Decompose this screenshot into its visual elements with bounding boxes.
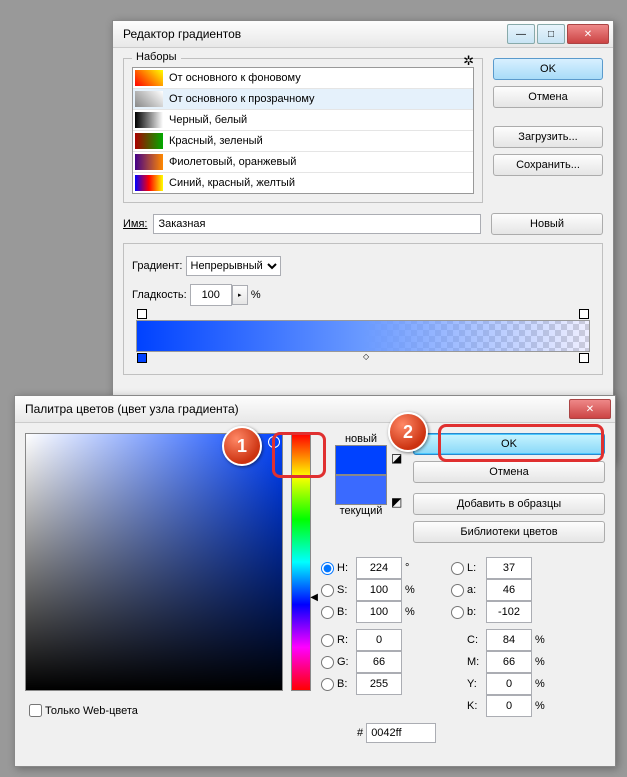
new-label: новый <box>335 433 387 445</box>
preset-label: Черный, белый <box>169 114 247 126</box>
bb-radio[interactable] <box>321 678 334 691</box>
presets-group: Наборы ✲ От основного к фоновомуОт основ… <box>123 58 483 203</box>
cancel-button[interactable]: Отмена <box>493 86 603 108</box>
h-radio[interactable] <box>321 562 334 575</box>
color-stop-right[interactable] <box>579 353 589 363</box>
hue-bar[interactable]: ◀ <box>291 433 311 691</box>
g-radio[interactable] <box>321 656 334 669</box>
new-color-swatch[interactable] <box>335 445 387 475</box>
preset-item[interactable]: Черный, белый <box>133 110 473 131</box>
l-input[interactable] <box>486 557 532 579</box>
lab-b-radio[interactable] <box>451 606 464 619</box>
badge-2: 2 <box>388 412 428 452</box>
r-input[interactable] <box>356 629 402 651</box>
color-picker-body: ◀ Только Web-цвета новый текущий ◪ ◩ OK … <box>15 423 615 761</box>
s-input[interactable] <box>356 579 402 601</box>
color-picker-title: Палитра цветов (цвет узла градиента) <box>25 402 239 416</box>
k-input[interactable] <box>486 695 532 717</box>
gradient-type-label: Градиент: <box>132 260 182 272</box>
badge-1: 1 <box>222 426 262 466</box>
name-label: Имя: <box>123 218 147 230</box>
color-stop-left[interactable] <box>137 353 147 363</box>
ok-button[interactable]: OK <box>493 58 603 80</box>
new-button[interactable]: Новый <box>491 213 603 235</box>
new-current-swatches: новый текущий <box>335 433 387 549</box>
m-input[interactable] <box>486 651 532 673</box>
web-only-label: Только Web-цвета <box>45 705 138 717</box>
hex-label: # <box>357 727 363 739</box>
preset-item[interactable]: Синий, красный, желтый <box>133 173 473 194</box>
web-only-checkbox[interactable] <box>29 704 42 717</box>
gradient-editor-titlebar[interactable]: Редактор градиентов — □ ✕ <box>113 21 613 48</box>
a-input[interactable] <box>486 579 532 601</box>
l-radio[interactable] <box>451 562 464 575</box>
color-cancel-button[interactable]: Отмена <box>413 461 605 483</box>
g-input[interactable] <box>356 651 402 673</box>
gradient-type-select[interactable]: Непрерывный <box>186 256 281 276</box>
h-input[interactable] <box>356 557 402 579</box>
color-libraries-button[interactable]: Библиотеки цветов <box>413 521 605 543</box>
color-picker-cursor[interactable] <box>268 436 280 448</box>
lab-b-input[interactable] <box>486 601 532 623</box>
y-input[interactable] <box>486 673 532 695</box>
warning-icon[interactable]: ◪ <box>391 451 405 465</box>
preset-item[interactable]: Красный, зеленый <box>133 131 473 152</box>
gradient-editor-body: Наборы ✲ От основного к фоновомуОт основ… <box>113 48 613 395</box>
presets-label: Наборы <box>132 51 181 63</box>
bv-radio[interactable] <box>321 606 334 619</box>
close-button[interactable]: ✕ <box>567 24 609 44</box>
hue-slider-icon[interactable]: ◀ <box>310 592 318 603</box>
bb-input[interactable] <box>356 673 402 695</box>
s-radio[interactable] <box>321 584 334 597</box>
current-label: текущий <box>335 505 387 517</box>
save-button[interactable]: Сохранить... <box>493 154 603 176</box>
preset-label: Красный, зеленый <box>169 135 263 147</box>
a-radio[interactable] <box>451 584 464 597</box>
c-input[interactable] <box>486 629 532 651</box>
smoothness-input[interactable] <box>190 284 232 306</box>
preset-item[interactable]: От основного к фоновому <box>133 68 473 89</box>
maximize-button[interactable]: □ <box>537 24 565 44</box>
gradient-bar[interactable]: ◇ <box>136 320 590 352</box>
gear-icon[interactable]: ✲ <box>463 53 474 69</box>
preset-swatch <box>135 91 163 107</box>
preset-swatch <box>135 70 163 86</box>
preset-label: Синий, красный, желтый <box>169 177 295 189</box>
preset-label: От основного к фоновому <box>169 72 301 84</box>
preset-label: Фиолетовый, оранжевый <box>169 156 296 168</box>
minimize-button[interactable]: — <box>507 24 535 44</box>
r-radio[interactable] <box>321 634 334 647</box>
preset-swatch <box>135 112 163 128</box>
preset-item[interactable]: Фиолетовый, оранжевый <box>133 152 473 173</box>
preset-swatch <box>135 133 163 149</box>
preset-label: От основного к прозрачному <box>169 93 315 105</box>
opacity-stop-right[interactable] <box>579 309 589 319</box>
smoothness-label: Гладкость: <box>132 289 187 301</box>
window-title: Редактор градиентов <box>123 27 241 41</box>
color-picker-titlebar[interactable]: Палитра цветов (цвет узла градиента) ✕ <box>15 396 615 423</box>
bv-input[interactable] <box>356 601 402 623</box>
hex-input[interactable] <box>366 723 436 743</box>
load-button[interactable]: Загрузить... <box>493 126 603 148</box>
current-color-swatch[interactable] <box>335 475 387 505</box>
color-picker-close-button[interactable]: ✕ <box>569 399 611 419</box>
preset-list[interactable]: От основного к фоновому От основного к пр… <box>132 67 474 194</box>
midpoint-icon[interactable]: ◇ <box>363 352 369 361</box>
preset-swatch <box>135 154 163 170</box>
smoothness-dropdown[interactable]: ▸ <box>232 285 248 305</box>
opacity-stop-left[interactable] <box>137 309 147 319</box>
color-ok-button[interactable]: OK <box>413 433 605 455</box>
preset-swatch <box>135 175 163 191</box>
color-field[interactable] <box>25 433 283 691</box>
color-picker-window: Палитра цветов (цвет узла градиента) ✕ ◀… <box>14 395 616 767</box>
percent-label: % <box>251 289 261 301</box>
add-swatch-button[interactable]: Добавить в образцы <box>413 493 605 515</box>
cube-icon[interactable]: ◩ <box>391 495 405 509</box>
preset-item[interactable]: От основного к прозрачному <box>133 89 473 110</box>
gradient-settings-group: Градиент: Непрерывный Гладкость: ▸ % ◇ <box>123 243 603 375</box>
name-input[interactable] <box>153 214 481 234</box>
